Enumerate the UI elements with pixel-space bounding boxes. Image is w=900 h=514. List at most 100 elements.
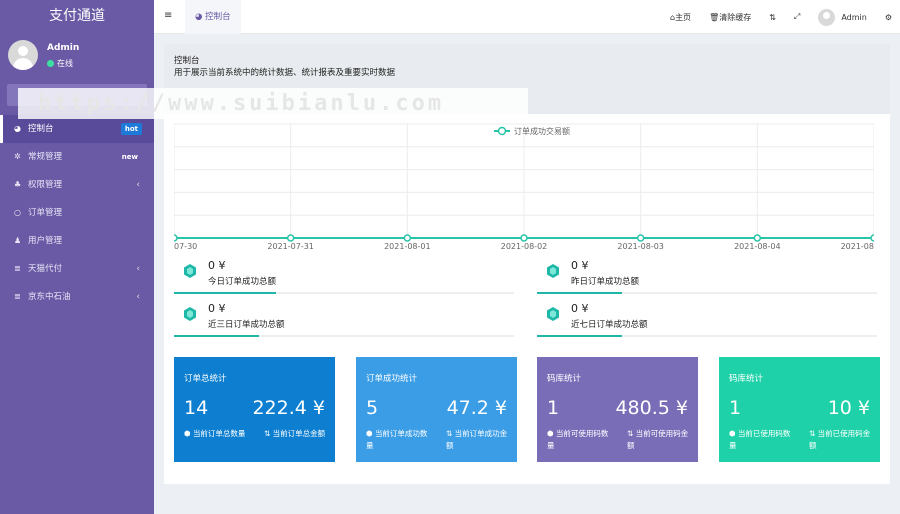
users-icon: ♣: [14, 180, 22, 189]
sidebar-item-label: 天猫代付: [28, 264, 63, 274]
sort-icon: ⇅: [627, 429, 636, 438]
sidebar-item-permissions[interactable]: ♣ 权限管理 ‹: [0, 171, 154, 199]
home-link[interactable]: ⌂ 主页: [670, 12, 691, 23]
user-status-text: 在线: [57, 59, 73, 68]
stat-underline: [537, 292, 877, 294]
card-title: 订单总统计: [184, 374, 227, 384]
cube-icon: [184, 307, 196, 321]
sidebar-item-label: 订单管理: [28, 208, 63, 218]
card-amount-label-text: 当前订单总金额: [272, 429, 326, 438]
data-point: [174, 234, 178, 242]
cube-icon: [547, 307, 559, 321]
stat-value: 0 ¥: [208, 259, 226, 272]
dashboard-icon: ◕: [14, 124, 21, 133]
data-point: [403, 234, 412, 242]
new-badge: new: [121, 153, 138, 161]
card-count: 1: [729, 397, 742, 419]
admin-label: Admin: [841, 12, 867, 22]
x-tick-label: 2021-08: [841, 242, 874, 250]
card-amount-label-text: 当前订单成功金额: [446, 429, 508, 450]
avatar: [818, 8, 836, 26]
sidebar-item-label: 权限管理: [28, 180, 63, 190]
cube-icon: ⬢: [547, 429, 556, 438]
sidebar-item-dashboard[interactable]: ◕ 控制台 hot: [0, 115, 154, 143]
card-count-label: ⬢ 当前订单总数量: [184, 428, 250, 440]
card-title: 码库统计: [547, 374, 582, 384]
card-amount-label-text: 当前已使用码金额: [809, 429, 871, 450]
stat-today: 0 ¥ 今日订单成功总额: [174, 257, 514, 295]
card-count-label: ⬢ 当前订单成功数量: [366, 428, 432, 452]
page-title: 控制台: [174, 56, 200, 66]
sidebar-item-users[interactable]: ♟ 用户管理: [0, 227, 154, 255]
cogs-icon: ✲: [14, 152, 21, 161]
top-right-links: ⌂ 主页 🗑 清除缓存 ⇅ ⤢ Admin ⚙: [652, 0, 892, 34]
card-count-label: ⬢ 当前已使用码数量: [729, 428, 795, 452]
fullscreen-icon[interactable]: ⤢: [794, 12, 800, 22]
watermark: https://www.suibianlu.com: [18, 88, 528, 119]
stat-label: 昨日订单成功总额: [571, 277, 640, 287]
data-point: [753, 234, 762, 242]
cube-icon: [184, 264, 196, 278]
tab-dashboard[interactable]: ◕ 控制台: [185, 0, 241, 34]
cube-icon: ⬢: [184, 429, 193, 438]
stat-label: 今日订单成功总额: [208, 277, 277, 287]
top-bar: ≡ ◕ 控制台 ⌂ 主页 🗑 清除缓存 ⇅ ⤢ Admin ⚙: [154, 0, 900, 34]
card-count-label-text: 当前可使用码数量: [547, 429, 609, 450]
clear-cache-label: 清除缓存: [719, 12, 752, 22]
translate-icon[interactable]: ⇅: [769, 13, 776, 22]
card-code-available: 码库统计 1 480.5 ¥ ⬢ 当前可使用码数量 ⇅ 当前可使用码金额: [537, 357, 698, 462]
dashboard-icon: ◕: [195, 12, 206, 22]
admin-menu[interactable]: Admin: [818, 8, 867, 26]
stat-three-days: 0 ¥ 近三日订单成功总额: [174, 300, 514, 338]
sidebar-item-label: 控制台: [28, 124, 54, 134]
card-amount: 480.5 ¥: [615, 397, 688, 419]
settings-icon[interactable]: ⚙: [885, 13, 892, 22]
card-code-used: 码库统计 1 10 ¥ ⬢ 当前已使用码数量 ⇅ 当前已使用码金额: [719, 357, 880, 462]
card-count-label-text: 当前订单成功数量: [366, 429, 428, 450]
card-order-total: 订单总统计 14 222.4 ¥ ⬢ 当前订单总数量 ⇅ 当前订单总金额: [174, 357, 335, 462]
legend-label: 订单成功交易额: [514, 126, 570, 136]
card-count: 1: [547, 397, 560, 419]
page-description: 用于展示当前系统中的统计数据、统计报表及重要实时数据: [174, 68, 396, 78]
sidebar-item-label: 京东中石油: [28, 292, 71, 302]
stat-yesterday: 0 ¥ 昨日订单成功总额: [537, 257, 877, 295]
card-amount-label: ⇅ 当前可使用码金额: [627, 428, 695, 452]
circle-icon: ○: [14, 208, 21, 217]
card-amount: 47.2 ¥: [446, 397, 507, 419]
stat-value: 0 ¥: [571, 302, 589, 315]
list-icon: ≣: [14, 292, 21, 301]
sidebar-item-jd[interactable]: ≣ 京东中石油 ‹: [0, 283, 154, 311]
cube-icon: ⬢: [366, 429, 375, 438]
stat-label: 近三日订单成功总额: [208, 320, 285, 330]
clear-cache-link[interactable]: 🗑 清除缓存: [709, 12, 751, 23]
home-label: 主页: [675, 12, 692, 22]
data-point: [286, 234, 295, 242]
card-order-success: 订单成功统计 5 47.2 ¥ ⬢ 当前订单成功数量 ⇅ 当前订单成功金额: [356, 357, 517, 462]
x-tick-label: 2021-08-02: [501, 242, 548, 250]
card-count-label: ⬢ 当前可使用码数量: [547, 428, 613, 452]
menu-toggle-icon[interactable]: ≡: [164, 10, 172, 21]
card-amount-label: ⇅ 当前订单总金额: [264, 428, 332, 440]
card-title: 码库统计: [729, 374, 764, 384]
sidebar-item-tmall[interactable]: ≣ 天猫代付 ‹: [0, 255, 154, 283]
main-panel: 07-30 2021-07-31 2021-08-01 2021-08-02 2021-…: [164, 114, 890, 484]
stat-underline: [537, 335, 877, 337]
online-dot-icon: [47, 60, 54, 67]
chevron-left-icon: ‹: [136, 292, 140, 302]
legend-marker: [497, 126, 507, 136]
chevron-left-icon: ‹: [136, 264, 140, 274]
x-tick-label: 2021-07-31: [267, 242, 314, 250]
data-point: [870, 234, 874, 242]
card-amount-label: ⇅ 当前订单成功金额: [446, 428, 514, 452]
sidebar-item-general[interactable]: ✲ 常规管理 new: [0, 143, 154, 171]
sidebar-item-orders[interactable]: ○ 订单管理: [0, 199, 154, 227]
trash-icon: 🗑: [709, 12, 720, 22]
card-count: 5: [366, 397, 379, 419]
data-point: [520, 234, 528, 242]
sidebar-item-label: 常规管理: [28, 152, 63, 162]
user-icon: ♟: [14, 236, 22, 245]
card-count-label-text: 当前已使用码数量: [729, 429, 791, 450]
tab-label: 控制台: [205, 12, 231, 22]
x-tick-label: 2021-08-03: [617, 242, 664, 250]
hot-badge: hot: [120, 123, 142, 135]
